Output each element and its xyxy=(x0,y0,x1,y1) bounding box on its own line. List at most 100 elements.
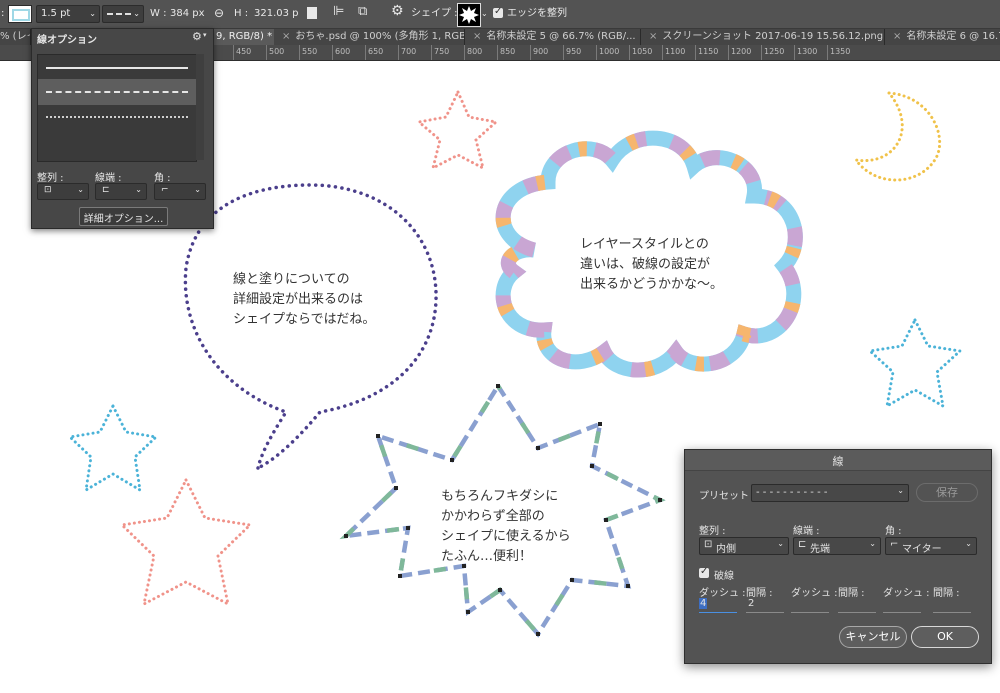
ruler-tick: 1100 xyxy=(665,47,686,56)
ok-label: OK xyxy=(937,630,953,643)
dash-label-3: ダッシュ : xyxy=(883,588,930,599)
tab-label: % (レイ xyxy=(0,31,30,42)
align-value: 内側 xyxy=(716,544,736,555)
align-edges-label: エッジを整列 xyxy=(507,8,567,19)
cap-dropdown[interactable]: ⊏ ⌄ xyxy=(95,183,147,200)
burst-text: もちろんフキダシに かかわらず全部の シェイプに使えるから たふん…便利！ xyxy=(441,487,571,567)
stroke-options-panel: 線オプション ⚙ ▾ 整列 : 線端 : 角 : ⊡ ⌄ ⊏ ⌄ ⌐ ⌄ 詳細オ… xyxy=(31,28,214,229)
stroke-style-list xyxy=(37,54,197,162)
ruler-tick: 1200 xyxy=(731,47,752,56)
gap-input-1[interactable]: 2 xyxy=(746,598,784,613)
document-tab-active[interactable]: 9, RGB/8) * xyxy=(212,28,275,45)
document-tab[interactable]: × おちゃ.psd @ 100% (多角形 1, RGB... xyxy=(274,28,465,45)
close-icon[interactable]: × xyxy=(649,31,657,42)
ruler-tick: 800 xyxy=(467,47,483,56)
document-tab[interactable]: × 名称未設定 6 @ 16.7 xyxy=(885,28,1000,45)
height-label: H : xyxy=(234,8,249,19)
gear-icon[interactable]: ⚙ xyxy=(192,30,202,43)
preset-label: プリセット : xyxy=(699,491,756,502)
ruler-tick: 1150 xyxy=(698,47,719,56)
panel-title: 線オプション xyxy=(37,35,97,46)
gap-input-3[interactable] xyxy=(933,598,971,613)
moon-shape[interactable] xyxy=(852,91,942,182)
tab-label: 名称未設定 6 @ 16.7 xyxy=(906,31,1000,42)
align-edges-checkbox[interactable]: ✓ xyxy=(493,6,503,18)
stroke-color-swatch[interactable] xyxy=(8,5,32,23)
star-shape-blue-right[interactable] xyxy=(866,316,964,409)
tab-label: 名称未設定 5 @ 66.7% (RGB/... xyxy=(486,31,636,42)
dash-input-2[interactable] xyxy=(791,598,829,613)
ruler-tick: 600 xyxy=(335,47,351,56)
save-button[interactable]: 保存 xyxy=(916,483,978,502)
corner-dropdown[interactable]: ⌐ マイター ⌄ xyxy=(885,537,977,555)
scrollbar[interactable] xyxy=(196,54,204,160)
star-shape-blue-left[interactable] xyxy=(66,402,160,493)
dashed-checkbox[interactable]: ✓ xyxy=(699,566,709,578)
width-value[interactable]: 384 px xyxy=(170,7,205,21)
gap-value-1: 2 xyxy=(748,598,755,609)
stroke-prefix: : xyxy=(1,8,5,19)
document-tab[interactable]: × スクリーンショット 2017-06-19 15.56.12.png xyxy=(641,28,885,45)
close-icon[interactable]: × xyxy=(893,31,901,42)
path-operations-icon[interactable] xyxy=(307,7,317,19)
close-icon[interactable]: × xyxy=(473,31,481,42)
dash-label-1: ダッシュ : xyxy=(699,588,746,599)
corner-dropdown[interactable]: ⌐ ⌄ xyxy=(154,183,206,200)
dash-label-2: ダッシュ : xyxy=(791,588,838,599)
star-shape-pink-bottom[interactable] xyxy=(118,476,254,607)
dash-value-1: 4 xyxy=(699,598,708,609)
dash-input-1[interactable]: 4 xyxy=(699,598,737,613)
ruler-tick: 950 xyxy=(566,47,582,56)
document-tab[interactable]: × 名称未設定 5 @ 66.7% (RGB/... xyxy=(465,28,641,45)
butt-cap-icon: ⊏ xyxy=(102,185,110,195)
tab-label: 9, RGB/8) * xyxy=(216,31,273,42)
chevron-down-icon: ⌄ xyxy=(777,539,784,548)
align-dropdown[interactable]: ⊡ 内側 ⌄ xyxy=(699,537,789,555)
corner-label: 角 : xyxy=(154,173,171,184)
preset-dropdown[interactable]: - - - - - - - - - - - ⌄ xyxy=(751,484,909,502)
ok-button[interactable]: OK xyxy=(911,626,979,648)
dialog-titlebar[interactable]: 線 xyxy=(685,450,991,471)
document-tab[interactable]: % (レイ xyxy=(0,28,31,45)
stroke-style-dashed[interactable] xyxy=(38,79,196,105)
align-label: 整列 : xyxy=(699,526,726,537)
stroke-style-solid[interactable] xyxy=(38,55,196,79)
dash-input-3[interactable] xyxy=(883,598,921,613)
link-icon[interactable]: ⊖ xyxy=(214,6,224,20)
text-line: レイヤースタイルとの xyxy=(580,237,709,252)
close-icon[interactable]: × xyxy=(282,31,290,42)
align-dropdown[interactable]: ⊡ ⌄ xyxy=(37,183,89,200)
cancel-button[interactable]: キャンセル xyxy=(839,626,907,648)
chevron-down-icon: ⌄ xyxy=(89,9,96,18)
ruler-tick: 1000 xyxy=(599,47,620,56)
height-value[interactable]: 321.03 p xyxy=(254,7,299,21)
path-alignment-icon[interactable]: ⊫ xyxy=(333,5,344,19)
tab-label: スクリーンショット 2017-06-19 15.56.12.png xyxy=(662,31,884,42)
gap-input-2[interactable] xyxy=(838,598,876,613)
cancel-label: キャンセル xyxy=(845,630,901,643)
chevron-down-icon[interactable]: ⌄ xyxy=(481,7,488,21)
path-arrangement-icon[interactable]: ⧉ xyxy=(358,5,367,19)
gear-icon[interactable]: ⚙ xyxy=(391,4,404,18)
shape-label: シェイプ : xyxy=(411,8,458,19)
stroke-style-dotted[interactable] xyxy=(38,105,196,129)
save-label: 保存 xyxy=(936,486,958,499)
cap-label: 線端 : xyxy=(793,526,820,537)
ruler-tick: 550 xyxy=(302,47,318,56)
ruler-tick: 700 xyxy=(401,47,417,56)
ruler-tick: 900 xyxy=(533,47,549,56)
stroke-width-field[interactable]: 1.5 pt ⌄ xyxy=(36,5,100,23)
cap-dropdown[interactable]: ⊏ 先端 ⌄ xyxy=(793,537,881,555)
star-shape-pink-top[interactable] xyxy=(415,88,500,171)
ruler-tick: 750 xyxy=(434,47,450,56)
ruler-tick: 650 xyxy=(368,47,384,56)
more-options-button[interactable]: 詳細オプション... xyxy=(79,207,168,226)
gap-label-2: 間隔 : xyxy=(838,588,865,599)
stroke-type-dropdown[interactable]: ⌄ xyxy=(102,5,144,23)
text-line: 違いは、破線の設定が xyxy=(580,257,711,272)
burst-icon xyxy=(459,6,479,24)
align-label: 整列 : xyxy=(37,173,64,184)
text-line: シェイプに使えるから xyxy=(441,529,571,544)
custom-shape-picker[interactable] xyxy=(457,3,481,27)
tab-label: おちゃ.psd @ 100% (多角形 1, RGB... xyxy=(295,31,465,42)
